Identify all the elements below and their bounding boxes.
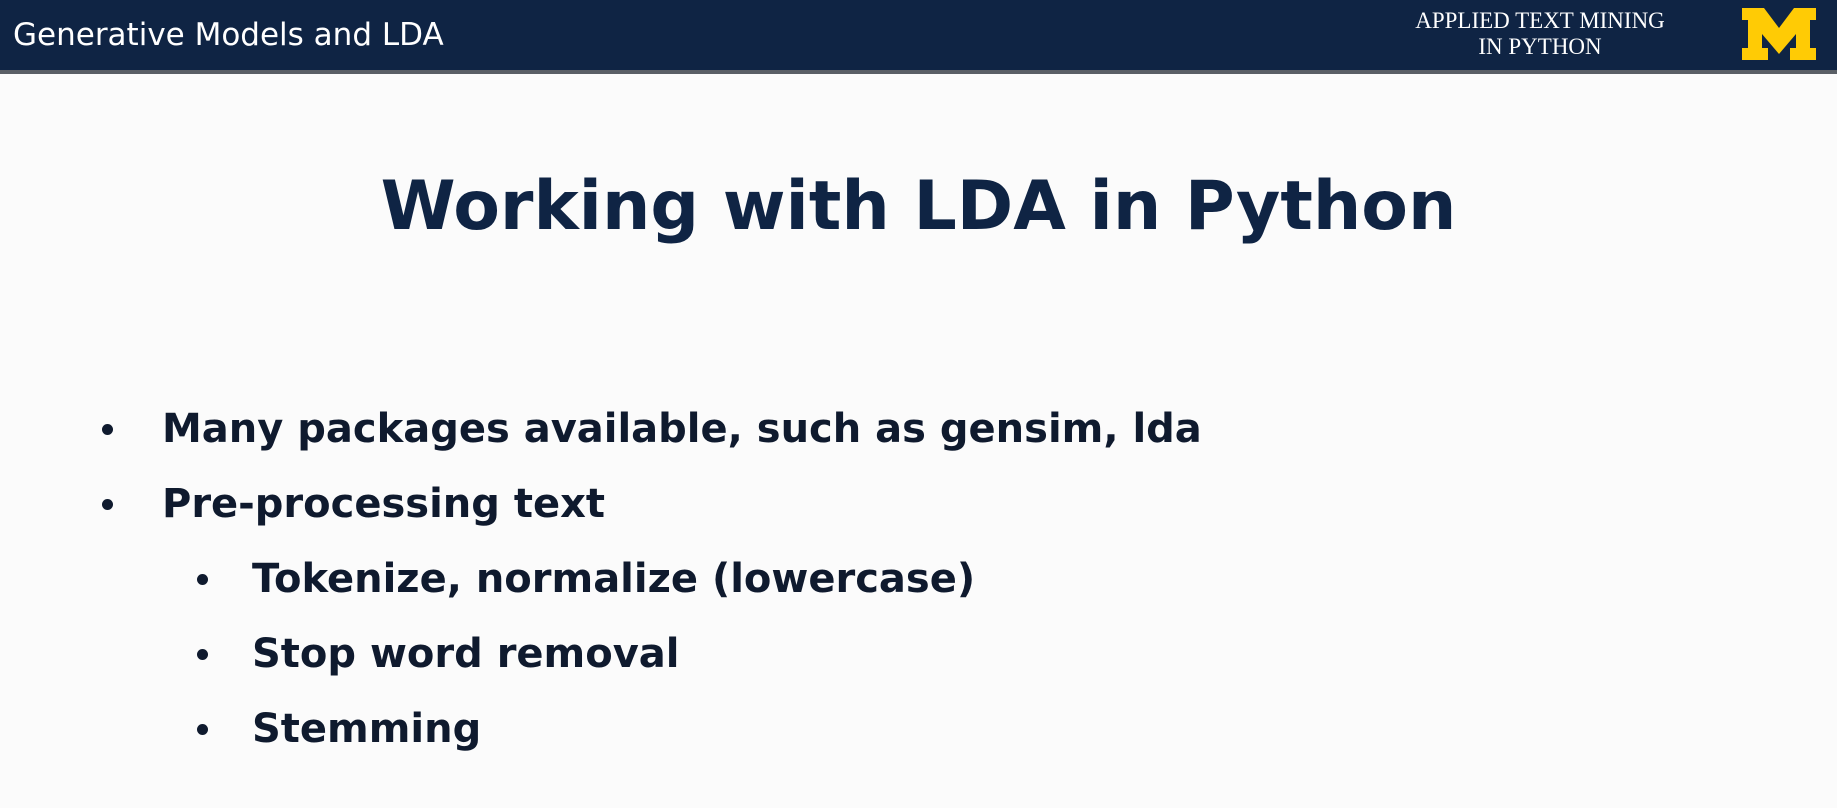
bullet-dot [102, 423, 113, 435]
bullet-dot [197, 573, 208, 585]
bullet-text: Stop word removal [252, 631, 680, 677]
course-name-line-1: APPLIED TEXT MINING [1415, 8, 1665, 33]
slide: Generative Models and LDA APPLIED TEXT M… [0, 0, 1837, 808]
bullet-dot [102, 498, 113, 510]
university-m-logo [1742, 8, 1816, 60]
course-name: APPLIED TEXT MINING IN PYTHON [1380, 8, 1700, 60]
section-title: Generative Models and LDA [13, 17, 444, 53]
slide-title: Working with LDA in Python [380, 167, 1457, 246]
bullet-dot [197, 723, 208, 735]
sub-bullet-item: Stemming [197, 703, 481, 755]
course-name-line-2: IN PYTHON [1478, 34, 1602, 59]
bullet-text: Tokenize, normalize (lowercase) [252, 556, 976, 602]
header-bar: Generative Models and LDA APPLIED TEXT M… [0, 0, 1837, 74]
bullet-text: Pre-processing text [162, 481, 605, 527]
bullet-item: Many packages available, such as gensim,… [102, 403, 1202, 455]
sub-bullet-item: Tokenize, normalize (lowercase) [197, 553, 975, 605]
bullet-dot [197, 648, 208, 660]
sub-bullet-item: Stop word removal [197, 628, 679, 680]
bullet-item: Pre-processing text [102, 478, 605, 530]
bullet-text: Many packages available, such as gensim,… [162, 406, 1202, 452]
bullet-text: Stemming [252, 706, 482, 752]
